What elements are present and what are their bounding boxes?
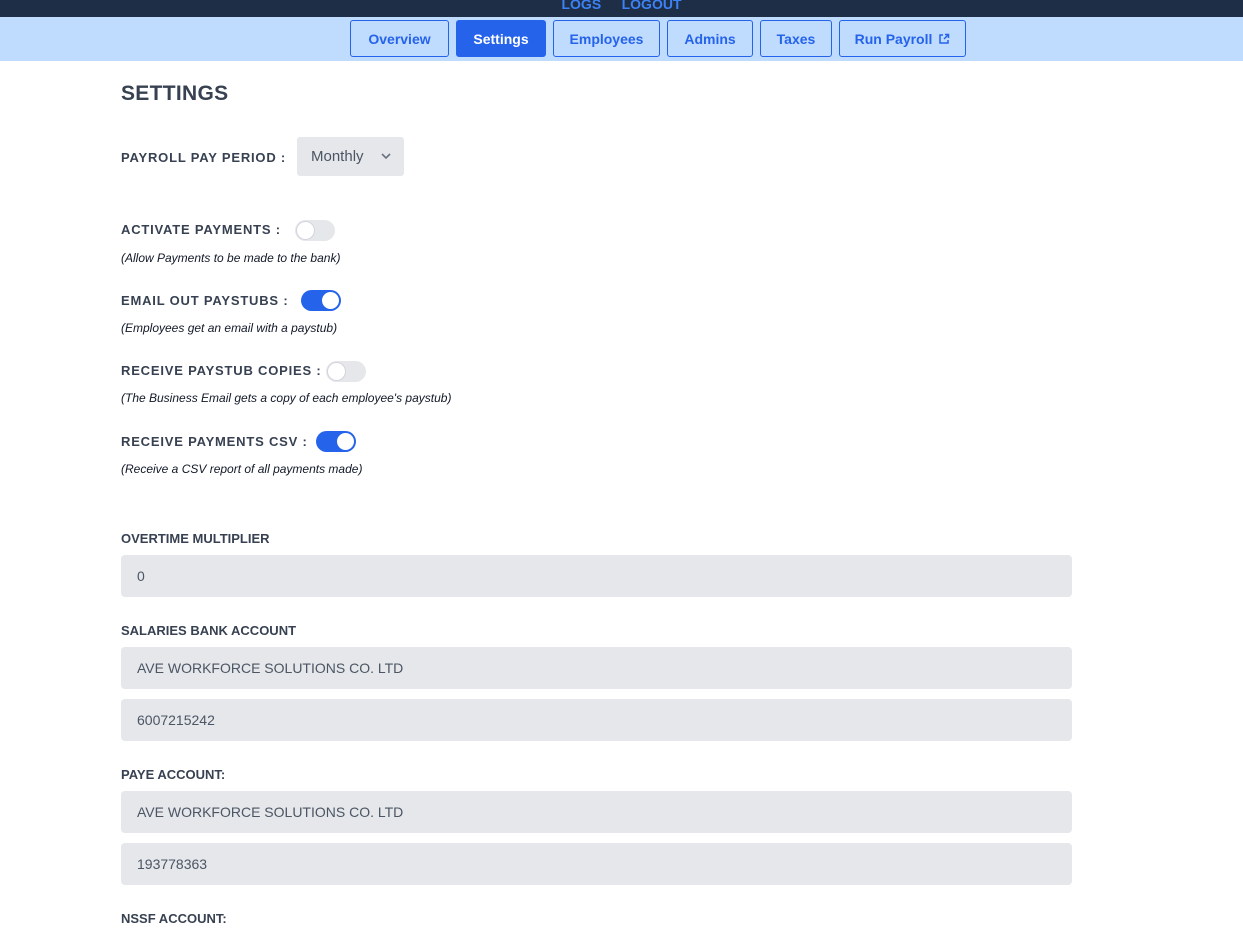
paye-account-name: AVE WORKFORCE SOLUTIONS CO. LTD: [137, 804, 404, 820]
activate-payments-hint: (Allow Payments to be made to the bank): [121, 251, 341, 265]
activate-payments-toggle[interactable]: [295, 220, 335, 241]
activate-payments-label: ACTIVATE PAYMENTS :: [121, 222, 281, 237]
tab-label: Settings: [473, 30, 529, 47]
paye-account-number: 193778363: [137, 856, 208, 872]
tab-taxes[interactable]: Taxes: [760, 20, 832, 57]
email-paystubs-hint: (Employees get an email with a paystub): [121, 321, 338, 335]
pay-period-select[interactable]: Monthly: [297, 137, 404, 176]
email-paystubs-label: EMAIL OUT PAYSTUBS :: [121, 293, 289, 308]
payments-csv-hint: (Receive a CSV report of all payments ma…: [121, 462, 363, 476]
toggle-knob: [328, 363, 345, 380]
tab-label: Employees: [569, 30, 644, 47]
overtime-label: OVERTIME MULTIPLIER: [121, 531, 270, 546]
nssf-account-label: NSSF ACCOUNT:: [121, 911, 227, 926]
logs-link[interactable]: LOGS: [561, 0, 601, 12]
tab-label: Taxes: [776, 30, 816, 47]
chevron-down-icon: [381, 153, 391, 160]
paye-account-name-input[interactable]: AVE WORKFORCE SOLUTIONS CO. LTD: [121, 791, 1072, 833]
page-title: SETTINGS: [121, 82, 229, 105]
pay-period-label: PAYROLL PAY PERIOD :: [121, 150, 287, 165]
salaries-account-name: AVE WORKFORCE SOLUTIONS CO. LTD: [137, 660, 404, 676]
paye-account-number-input[interactable]: 193778363: [121, 843, 1072, 885]
top-links: LOGS LOGOUT: [0, 0, 1243, 14]
payments-csv-toggle[interactable]: [316, 431, 356, 452]
top-bar: LOGS LOGOUT: [0, 0, 1243, 17]
pay-period-value: Monthly: [311, 148, 364, 165]
toggle-knob: [322, 292, 339, 309]
paystub-copies-toggle[interactable]: [326, 361, 366, 382]
tab-label: Overview: [368, 30, 431, 47]
toggle-knob: [337, 433, 354, 450]
tab-overview[interactable]: Overview: [350, 20, 449, 57]
tab-run-payroll[interactable]: Run Payroll: [839, 20, 966, 57]
tab-label: Admins: [684, 30, 736, 47]
nav-bar: Overview Settings Employees Admins Taxes…: [0, 17, 1243, 61]
salaries-account-label: SALARIES BANK ACCOUNT: [121, 623, 297, 638]
overtime-value: 0: [137, 568, 145, 584]
paystub-copies-hint: (The Business Email gets a copy of each …: [121, 391, 452, 405]
salaries-account-name-input[interactable]: AVE WORKFORCE SOLUTIONS CO. LTD: [121, 647, 1072, 689]
email-paystubs-toggle[interactable]: [301, 290, 341, 311]
tab-label: Run Payroll: [854, 30, 933, 47]
tab-settings[interactable]: Settings: [456, 20, 546, 57]
paystub-copies-label: RECEIVE PAYSTUB COPIES :: [121, 363, 322, 378]
toggle-knob: [297, 222, 314, 239]
tab-employees[interactable]: Employees: [553, 20, 660, 57]
tab-admins[interactable]: Admins: [667, 20, 753, 57]
external-link-icon: [939, 33, 950, 44]
overtime-input[interactable]: 0: [121, 555, 1072, 597]
payments-csv-label: RECEIVE PAYMENTS CSV :: [121, 434, 308, 449]
salaries-account-number: 6007215242: [137, 712, 215, 728]
logout-link[interactable]: LOGOUT: [622, 0, 682, 12]
salaries-account-number-input[interactable]: 6007215242: [121, 699, 1072, 741]
paye-account-label: PAYE ACCOUNT:: [121, 767, 226, 782]
